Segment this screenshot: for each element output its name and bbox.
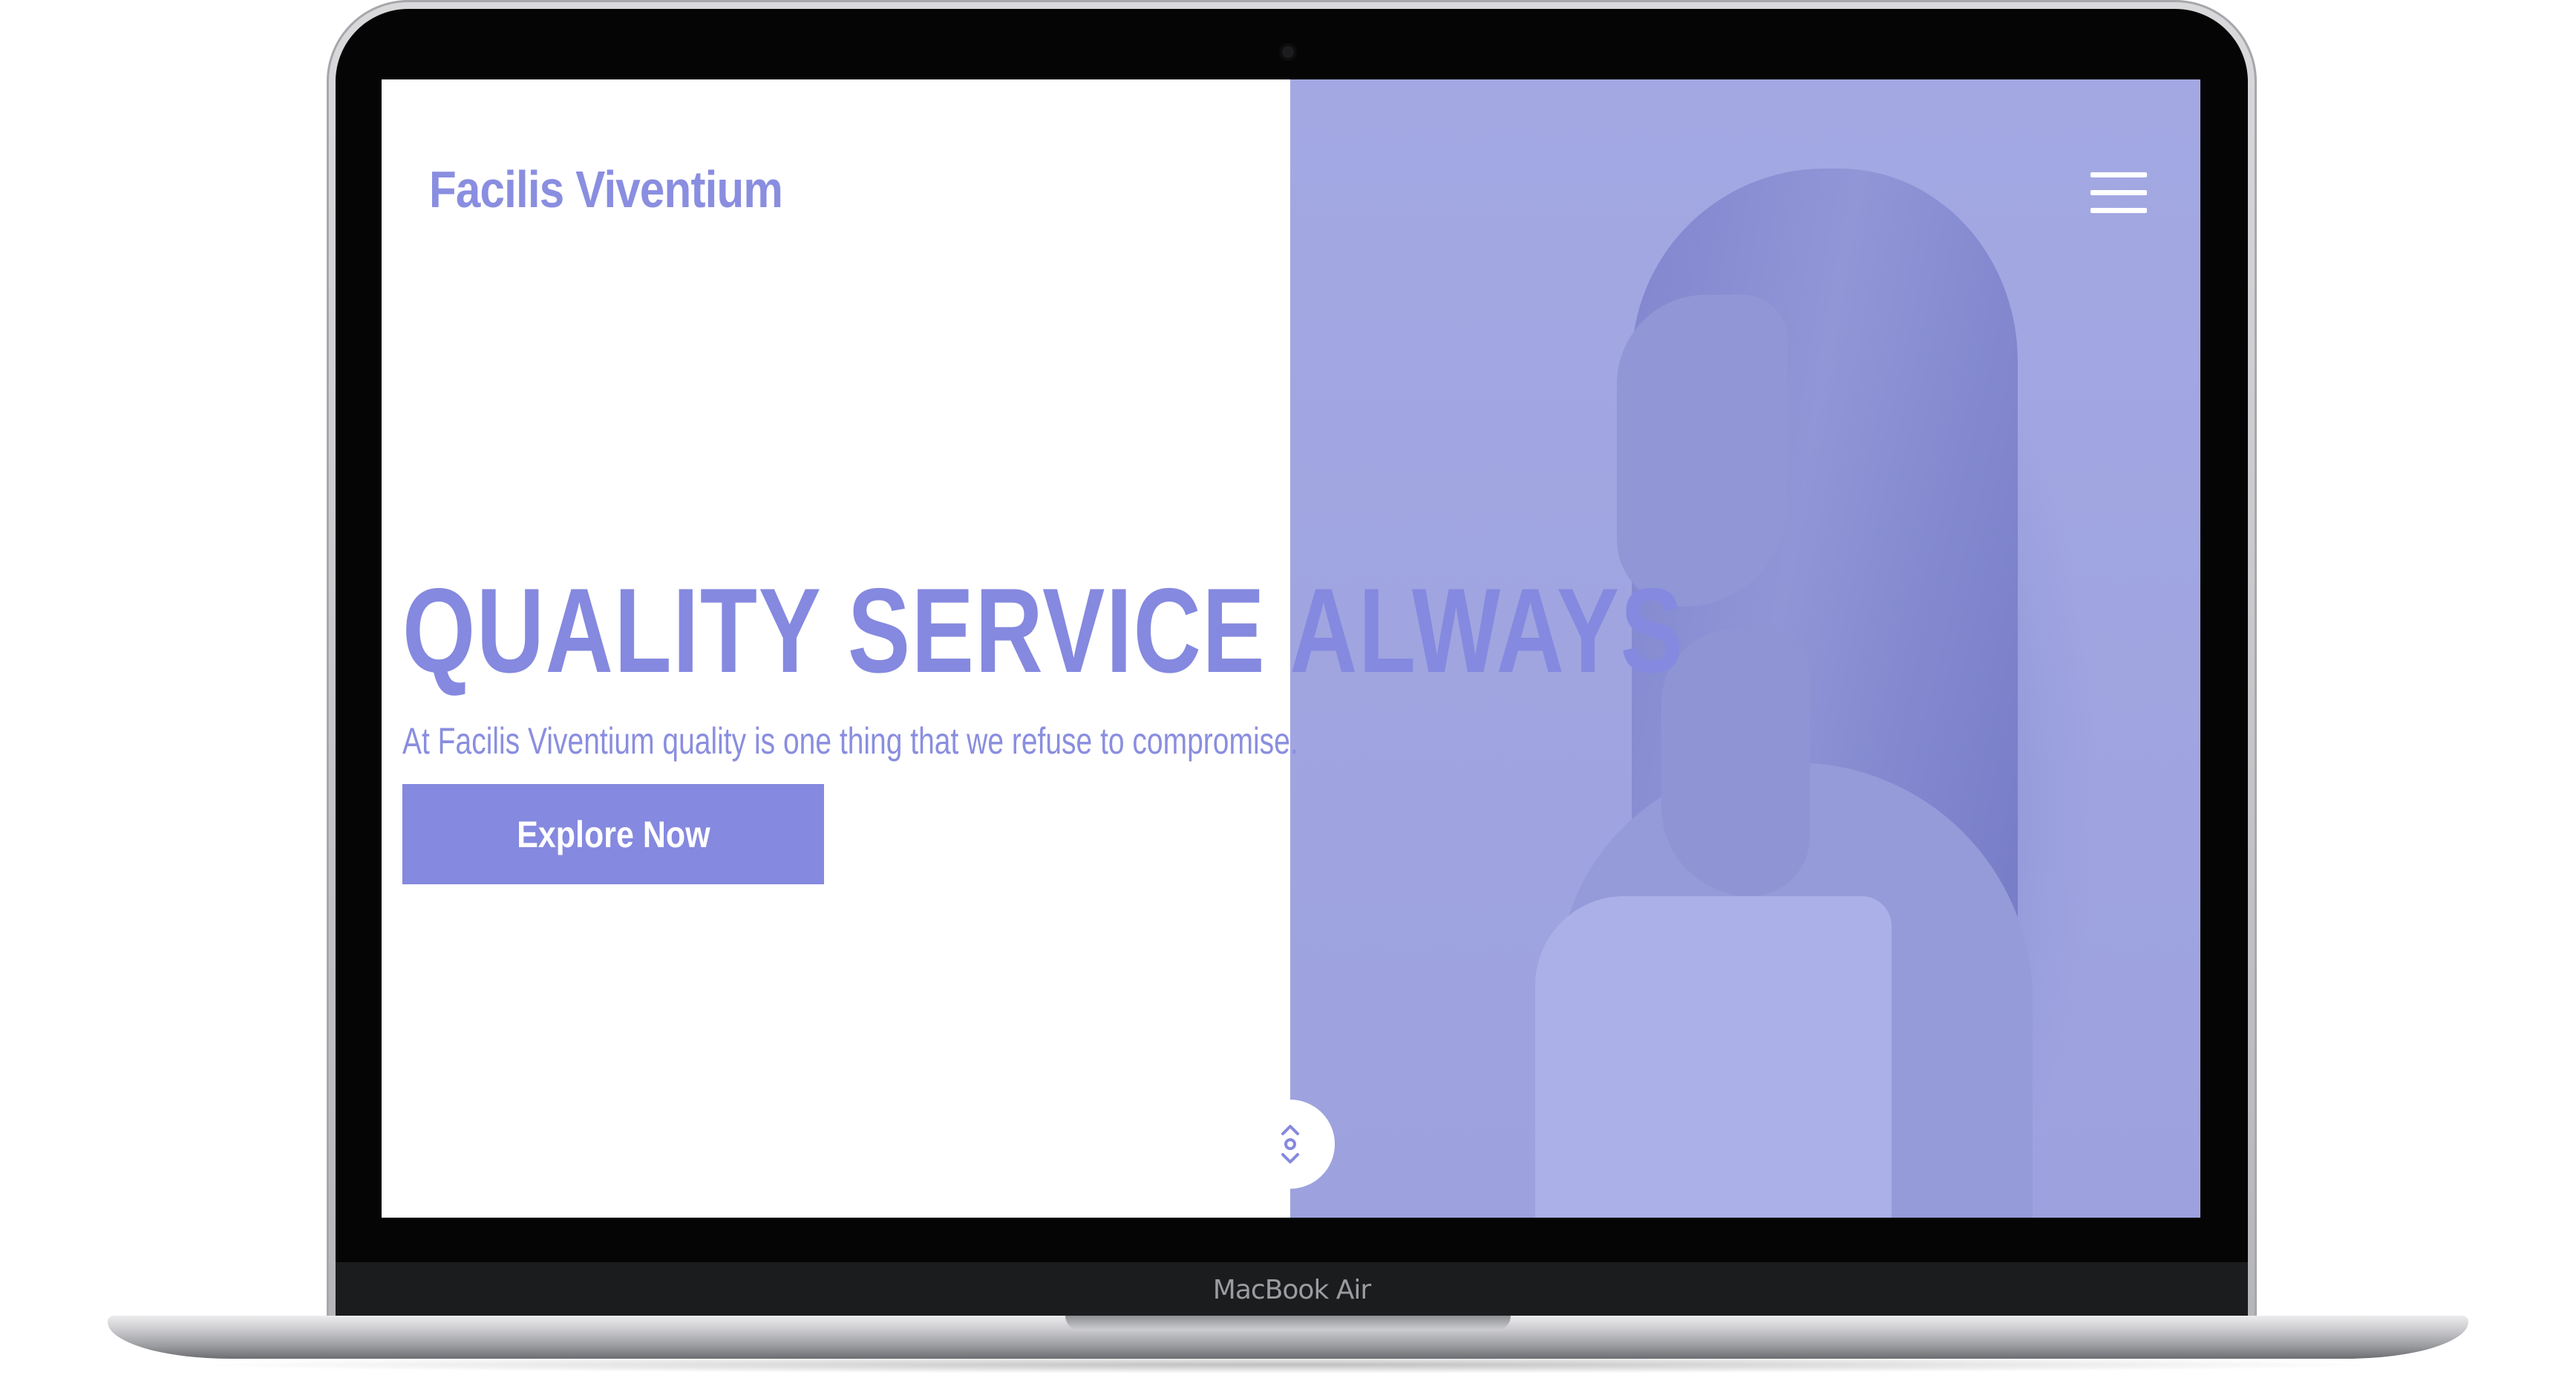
towel-shape [1535,896,1892,1218]
explore-now-button[interactable]: Explore Now [402,784,824,884]
device-model-label: MacBook Air [1212,1275,1371,1305]
scroll-down-button[interactable] [1246,1100,1335,1189]
menu-line [2090,208,2147,213]
hamburger-menu-icon[interactable] [2089,172,2148,217]
woman-face-shape [1617,295,1788,607]
explore-now-label: Explore Now [516,813,710,855]
menu-line [2090,190,2147,195]
laptop-notch [1065,1316,1511,1331]
hero-subtitle: At Facilis Viventium quality is one thin… [402,720,1298,762]
scroll-down-icon [1281,1125,1299,1163]
camera-icon [1282,46,1294,58]
site-logo[interactable]: Facilis Viventium [429,160,783,219]
hero-title: QUALITY SERVICE ALWAYS [402,564,1684,698]
website-screen: Facilis Viventium QUALITY SERVICE ALWAYS… [382,79,2200,1218]
menu-line [2090,172,2147,177]
